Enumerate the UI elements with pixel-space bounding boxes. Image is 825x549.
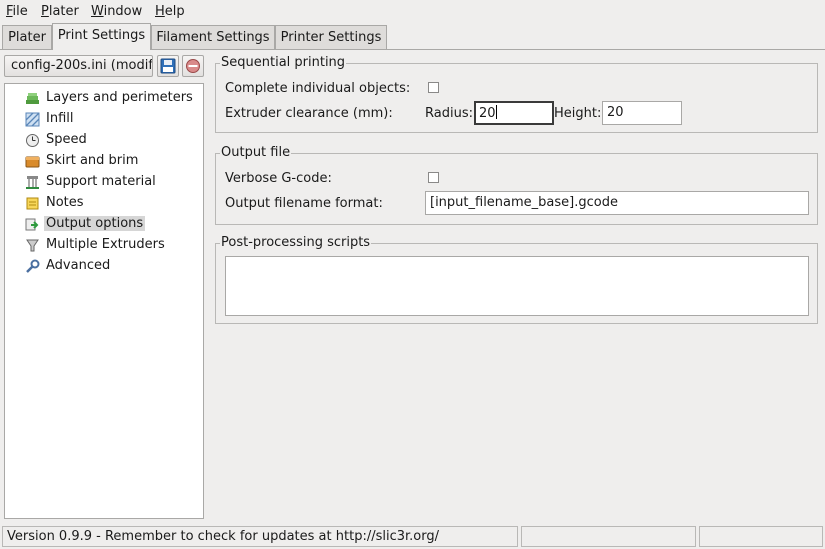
tab-plater[interactable]: Plater: [2, 25, 52, 49]
status-cell-3: [699, 526, 823, 547]
statusbar: Version 0.9.9 - Remember to check for up…: [0, 526, 825, 549]
output-filename-format-label: Output filename format:: [225, 196, 383, 211]
verbose-gcode-label: Verbose G-code:: [225, 171, 332, 186]
delete-icon: [186, 59, 200, 73]
settings-category-tree: Layers and perimeters Infill Speed Skirt…: [4, 83, 204, 519]
menu-file[interactable]: File: [6, 4, 28, 19]
group-title: Sequential printing: [220, 55, 347, 70]
speed-icon: [26, 134, 39, 147]
layers-icon: [26, 93, 39, 104]
infill-icon: [25, 112, 40, 127]
extruders-icon: [26, 239, 39, 252]
save-disk-icon: [160, 58, 176, 74]
group-title: Post-processing scripts: [220, 235, 372, 250]
menu-plater[interactable]: Plater: [41, 4, 79, 19]
radius-input[interactable]: 20: [474, 101, 554, 125]
support-icon: [26, 176, 39, 189]
preset-dropdown[interactable]: config-200s.ini (modified): [4, 55, 153, 77]
tab-printer-settings[interactable]: Printer Settings: [275, 25, 387, 49]
wrench-icon: [26, 259, 40, 273]
output-icon: [25, 218, 39, 231]
tab-filament-settings[interactable]: Filament Settings: [151, 25, 275, 49]
tab-print-settings[interactable]: Print Settings: [52, 23, 151, 50]
height-input[interactable]: 20: [602, 101, 682, 125]
complete-objects-label: Complete individual objects:: [225, 81, 411, 96]
status-message: Version 0.9.9 - Remember to check for up…: [2, 526, 518, 547]
post-processing-scripts-textarea[interactable]: [225, 256, 809, 316]
status-cell-2: [521, 526, 696, 547]
save-preset-button[interactable]: [157, 55, 179, 77]
height-label: Height:: [554, 106, 602, 121]
skirt-icon: [25, 156, 40, 168]
verbose-gcode-checkbox[interactable]: [428, 172, 439, 183]
extruder-clearance-label: Extruder clearance (mm):: [225, 106, 393, 121]
notes-icon: [26, 197, 39, 210]
output-filename-format-input[interactable]: [input_filename_base].gcode: [425, 191, 809, 215]
radius-label: Radius:: [425, 106, 473, 121]
menu-help[interactable]: Help: [155, 4, 185, 19]
menubar: File Plater Window Help: [0, 0, 825, 24]
group-title: Output file: [220, 145, 292, 160]
preset-value: config-200s.ini (modified): [11, 58, 153, 73]
complete-objects-checkbox[interactable]: [428, 82, 439, 93]
menu-window[interactable]: Window: [91, 4, 142, 19]
delete-preset-button[interactable]: [182, 55, 204, 77]
